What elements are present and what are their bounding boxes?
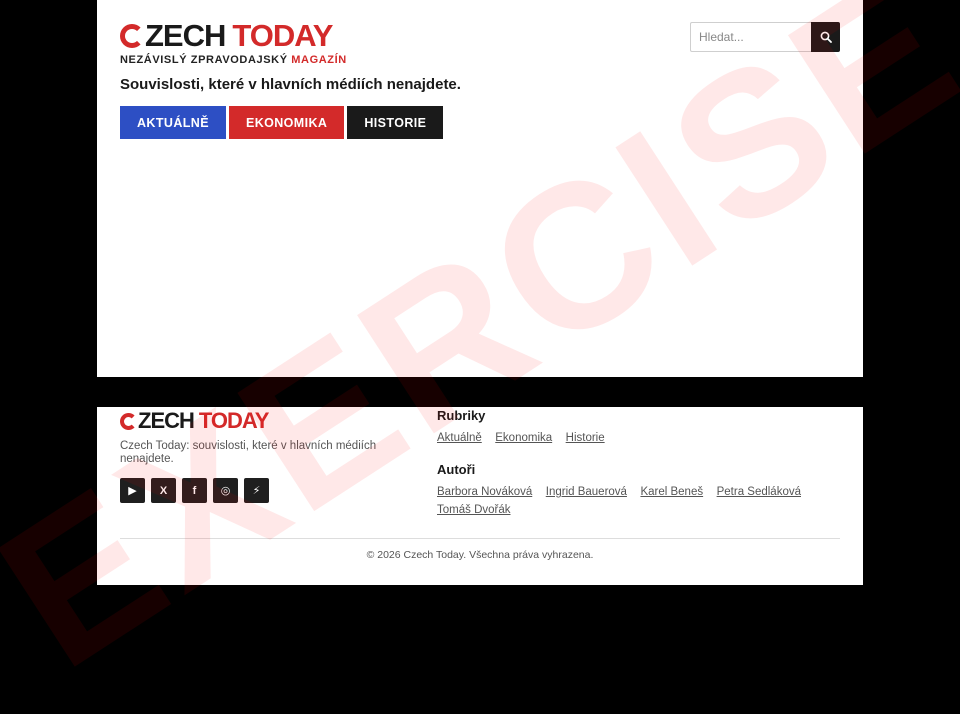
footer-description: Czech Today: souvislosti, které v hlavní… — [120, 440, 377, 465]
rubriky-links: Aktuálně Ekonomika Historie — [437, 432, 807, 445]
copyright: © 2026 Czech Today. Všechna práva vyhraz… — [366, 549, 594, 561]
search-button[interactable] — [811, 22, 840, 52]
nav-ekonomika[interactable]: EKONOMIKA — [228, 106, 345, 139]
footer-logo[interactable]: ZECH TODAY — [120, 408, 270, 433]
facebook-icon[interactable]: f — [182, 478, 207, 503]
site-tagline: NEZÁVISLÝ ZPRAVODAJSKÝ MAGAZÍN — [120, 54, 347, 66]
main-nav: AKTUÁLNĚ EKONOMIKA HISTORIE — [120, 106, 444, 139]
tagline-accent: MAGAZÍN — [291, 54, 347, 66]
logo-word-today: TODAY — [232, 18, 333, 53]
logo-c-mark — [120, 23, 144, 48]
footer-link-ekonomika[interactable]: Ekonomika — [495, 432, 552, 445]
logo-word-today: TODAY — [198, 408, 270, 433]
lightning-icon[interactable]: ⚡ — [244, 478, 269, 503]
search-form — [690, 22, 840, 52]
site-footer: ZECH TODAY Czech Today: souvislosti, kte… — [97, 407, 863, 585]
instagram-icon[interactable]: ◎ — [213, 478, 238, 503]
search-input[interactable] — [690, 22, 811, 52]
site-slogan: Souvislosti, které v hlavních médiích ne… — [120, 76, 461, 93]
site-header: ZECH TODAY NEZÁVISLÝ ZPRAVODAJSKÝ MAGAZÍ… — [97, 0, 863, 377]
footer-divider — [120, 538, 840, 539]
autori-links: Barbora Nováková Ingrid Bauerová Karel B… — [437, 486, 807, 517]
author-link[interactable]: Ingrid Bauerová — [546, 486, 627, 499]
youtube-icon[interactable]: ▶ — [120, 478, 145, 503]
author-link[interactable]: Karel Beneš — [640, 486, 703, 499]
site-logo[interactable]: ZECH TODAY — [120, 18, 334, 53]
logo-c-mark — [120, 412, 137, 430]
logo-word-czech: ZECH — [138, 408, 195, 433]
rubriky-heading: Rubriky — [437, 408, 486, 423]
footer-link-historie[interactable]: Historie — [566, 432, 605, 445]
nav-aktualne[interactable]: AKTUÁLNĚ — [120, 106, 226, 139]
author-link[interactable]: Tomáš Dvořák — [437, 504, 511, 517]
tagline-text: NEZÁVISLÝ ZPRAVODAJSKÝ — [120, 54, 288, 66]
logo-word-czech: ZECH — [145, 18, 226, 53]
social-links: ▶ X f ◎ ⚡ — [120, 478, 269, 503]
author-link[interactable]: Petra Sedláková — [717, 486, 801, 499]
author-link[interactable]: Barbora Nováková — [437, 486, 532, 499]
nav-historie[interactable]: HISTORIE — [347, 106, 444, 139]
autori-heading: Autoři — [437, 462, 476, 477]
search-icon — [820, 31, 832, 43]
footer-link-aktualne[interactable]: Aktuálně — [437, 432, 482, 445]
x-icon[interactable]: X — [151, 478, 176, 503]
